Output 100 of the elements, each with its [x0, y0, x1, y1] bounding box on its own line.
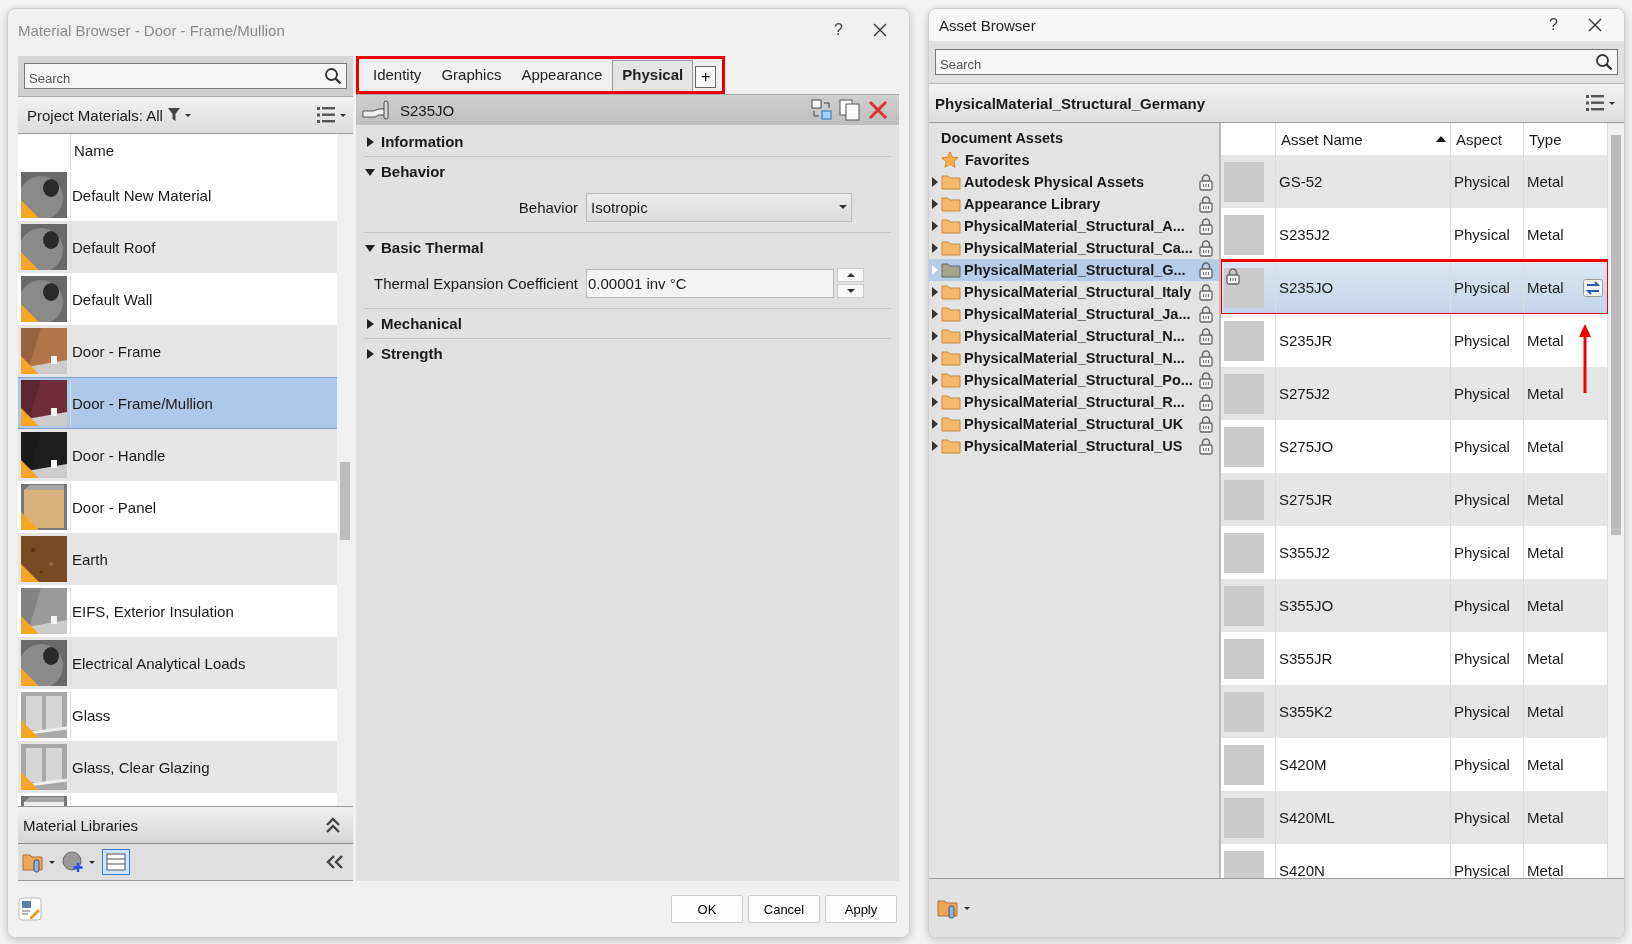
material-row[interactable]: Default Roof [18, 221, 337, 273]
asset-row[interactable]: S420ML Physical Metal [1221, 791, 1608, 844]
expand-arrow-icon[interactable] [932, 441, 938, 451]
filter-icon[interactable] [166, 107, 193, 123]
asset-row[interactable]: S355JR Physical Metal [1221, 632, 1608, 685]
tree-item[interactable]: PhysicalMaterial_Structural_G... [929, 259, 1219, 281]
tree-item[interactable]: PhysicalMaterial_Structural_UK [929, 413, 1219, 435]
material-row[interactable]: Door - Frame/Mullion [18, 377, 337, 429]
table-cell: Metal [1527, 809, 1564, 826]
expand-arrow-icon[interactable] [364, 317, 376, 330]
spinner-buttons[interactable] [837, 268, 864, 298]
tree-item[interactable]: PhysicalMaterial_Structural_Ca... [929, 237, 1219, 259]
folder-icon [941, 372, 961, 388]
table-cell: S355JO [1279, 597, 1334, 614]
expand-arrow-icon[interactable] [364, 347, 376, 360]
list-view-icon[interactable] [1586, 94, 1616, 112]
caret-icon [839, 205, 847, 209]
asset-row[interactable]: S235JO Physical Metal [1221, 261, 1608, 314]
material-row[interactable]: Door - Handle [18, 429, 337, 481]
add-sphere-icon[interactable] [62, 851, 96, 873]
dialog-button[interactable]: Apply [825, 895, 897, 923]
edit-document-icon[interactable] [18, 897, 42, 921]
search-field[interactable]: Search [24, 63, 347, 89]
expand-arrow-icon[interactable] [932, 419, 938, 429]
folder-icon [941, 262, 961, 278]
asset-row[interactable]: S355K2 Physical Metal [1221, 685, 1608, 738]
expand-arrow-icon[interactable] [932, 397, 938, 407]
expand-arrow-icon[interactable] [932, 375, 938, 385]
duplicate-icon[interactable] [839, 99, 861, 121]
folder-wrench-icon[interactable] [937, 897, 971, 919]
asset-swatch [1224, 267, 1264, 308]
panel-toggle-icon[interactable] [102, 849, 130, 875]
tab[interactable]: Appearance [511, 60, 613, 91]
material-row[interactable]: Electrical Analytical Loads [18, 637, 337, 689]
tab[interactable]: Identity [363, 60, 432, 91]
asset-row[interactable]: S235JR Physical Metal [1221, 314, 1608, 367]
help-button[interactable]: ? [834, 21, 843, 39]
tree-item[interactable]: Appearance Library [929, 193, 1219, 215]
add-tab-button[interactable]: + [695, 66, 717, 88]
asset-row[interactable]: S355J2 Physical Metal [1221, 526, 1608, 579]
expand-arrow-icon[interactable] [932, 353, 938, 363]
material-row[interactable]: Door - Frame [18, 325, 337, 377]
close-icon[interactable] [873, 23, 887, 37]
expand-arrow-icon[interactable] [932, 243, 938, 253]
search-icon[interactable] [324, 67, 342, 85]
material-row[interactable]: Glass, Clear Glazing [18, 741, 337, 793]
expand-arrow-icon[interactable] [932, 199, 938, 209]
asset-row[interactable]: S275JO Physical Metal [1221, 420, 1608, 473]
folder-wrench-icon[interactable] [22, 851, 56, 873]
tree-item[interactable]: PhysicalMaterial_Structural_N... [929, 347, 1219, 369]
expand-arrow-icon[interactable] [932, 287, 938, 297]
material-row[interactable]: Earth [18, 533, 337, 585]
tree-item[interactable]: PhysicalMaterial_Structural_R... [929, 391, 1219, 413]
asset-row[interactable]: S275JR Physical Metal [1221, 473, 1608, 526]
tree-item[interactable]: PhysicalMaterial_Structural_Ja... [929, 303, 1219, 325]
tree-item[interactable]: Favorites [965, 152, 1030, 168]
material-name: Glass [71, 706, 111, 724]
tab[interactable]: Graphics [431, 60, 512, 91]
list-view-icon[interactable] [317, 106, 347, 124]
expand-arrow-icon[interactable] [932, 309, 938, 319]
tree-item[interactable]: PhysicalMaterial_Structural_Po... [929, 369, 1219, 391]
help-button[interactable]: ? [1549, 16, 1558, 34]
double-chevron-up-icon[interactable] [325, 816, 341, 834]
section-header[interactable]: Mechanical [364, 309, 891, 338]
asset-row[interactable]: GS-52 Physical Metal [1221, 155, 1608, 208]
asset-row[interactable]: S420M Physical Metal [1221, 738, 1608, 791]
input-field[interactable]: 0.00001 inv °C [586, 268, 834, 298]
asset-row[interactable]: S235J2 Physical Metal [1221, 208, 1608, 261]
tree-heading[interactable]: Document Assets [929, 127, 1219, 149]
expand-arrow-icon[interactable] [932, 221, 938, 231]
asset-row[interactable]: S355JO Physical Metal [1221, 579, 1608, 632]
swap-icon[interactable] [1583, 278, 1603, 297]
asset-row[interactable]: S275J2 Physical Metal [1221, 367, 1608, 420]
dialog-button[interactable]: Cancel [748, 895, 820, 923]
scrollbar[interactable] [1608, 123, 1624, 878]
tree-item[interactable]: Autodesk Physical Assets [929, 171, 1219, 193]
section-header[interactable]: Strength [364, 339, 891, 368]
section-header[interactable]: Basic Thermal [364, 233, 891, 262]
expand-arrow-icon[interactable] [364, 135, 376, 148]
expand-arrow-icon[interactable] [932, 331, 938, 341]
expand-arrow-icon[interactable] [932, 177, 938, 187]
tree-item[interactable]: PhysicalMaterial_Structural_A... [929, 215, 1219, 237]
section-header[interactable]: Information [364, 127, 891, 156]
close-icon[interactable] [1588, 18, 1602, 32]
dropdown[interactable]: Isotropic [586, 192, 852, 222]
table-cell: Physical [1454, 438, 1510, 455]
dialog-button[interactable]: OK [671, 895, 743, 923]
material-name: Door - Handle [71, 446, 166, 464]
replace-asset-icon[interactable] [811, 99, 833, 121]
section-header[interactable]: Behavior [364, 157, 891, 186]
tab[interactable]: Physical [612, 60, 694, 91]
double-chevron-left-icon[interactable] [325, 854, 345, 870]
scrollbar[interactable] [337, 134, 353, 806]
delete-icon[interactable] [867, 99, 889, 121]
column-header[interactable]: Name [71, 134, 114, 169]
tree-item[interactable]: PhysicalMaterial_Structural_Italy [929, 281, 1219, 303]
tree-item[interactable]: PhysicalMaterial_Structural_N... [929, 325, 1219, 347]
search-icon[interactable] [1595, 53, 1613, 71]
search-field[interactable]: Search [935, 49, 1618, 75]
tree-item[interactable]: PhysicalMaterial_Structural_US [929, 435, 1219, 457]
